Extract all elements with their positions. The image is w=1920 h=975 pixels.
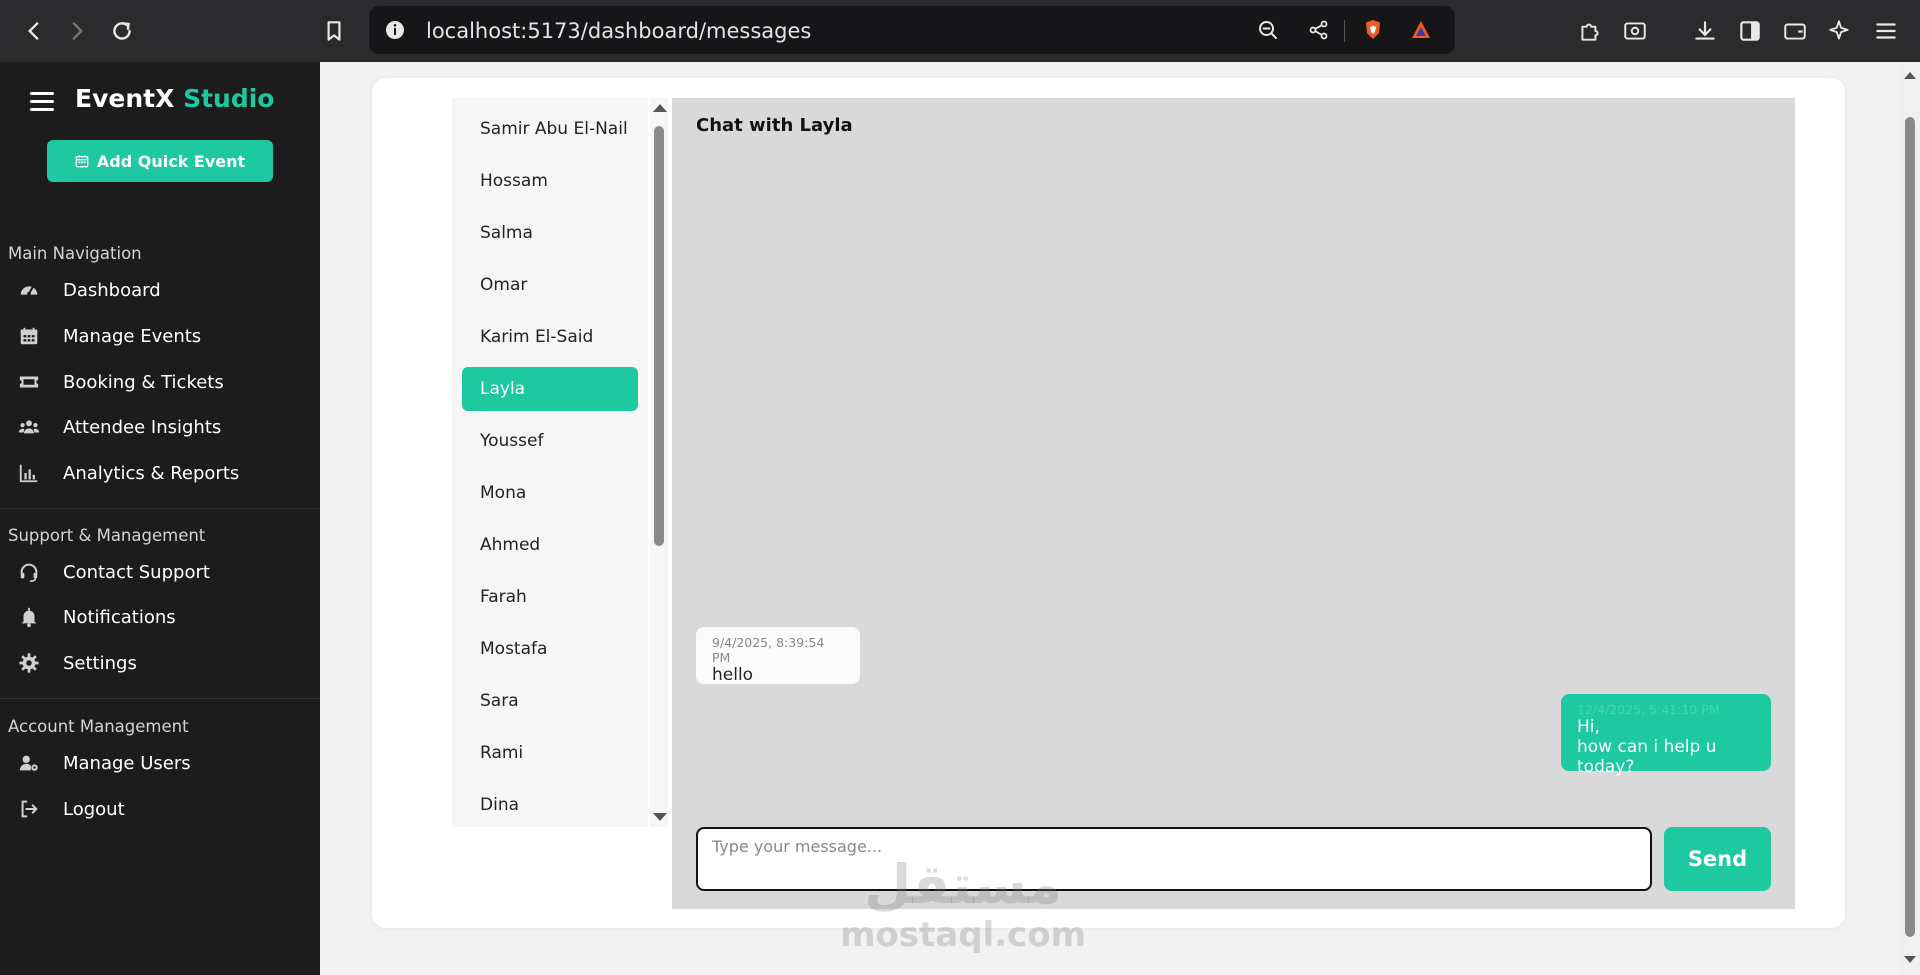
- share-icon[interactable]: [1305, 16, 1333, 44]
- screenshot-icon[interactable]: [1617, 13, 1653, 49]
- contact-item[interactable]: Ahmed: [462, 523, 638, 567]
- brave-shield-icon[interactable]: [1359, 16, 1387, 44]
- sidebar-item-label: Attendee Insights: [63, 416, 222, 438]
- info-icon[interactable]: [381, 16, 409, 44]
- contact-item[interactable]: Dina: [462, 783, 638, 827]
- contact-item[interactable]: Omar: [462, 263, 638, 307]
- sidebar-item-label: Booking & Tickets: [63, 371, 224, 393]
- brand-accent: Studio: [183, 84, 275, 113]
- sidebar-item-label: Manage Users: [63, 752, 191, 774]
- sidebar-item-settings[interactable]: Settings: [0, 643, 320, 683]
- reload-icon[interactable]: [104, 13, 140, 49]
- brave-rewards-icon[interactable]: [1407, 16, 1435, 44]
- bell-icon: [17, 605, 41, 629]
- headset-icon: [17, 560, 41, 584]
- message-time: 12/4/2025, 5:41:10 PM: [1577, 702, 1720, 717]
- sidebar-item-analytics-reports[interactable]: Analytics & Reports: [0, 453, 320, 493]
- add-quick-event-button[interactable]: Add Quick Event: [47, 140, 273, 182]
- scroll-down-icon[interactable]: [653, 813, 667, 821]
- sidebar-item-notifications[interactable]: Notifications: [0, 597, 320, 637]
- sidebar-item-label: Contact Support: [63, 561, 210, 583]
- send-button[interactable]: Send: [1664, 827, 1771, 891]
- scroll-up-icon[interactable]: [653, 104, 667, 112]
- user-gear-icon: [17, 751, 41, 775]
- toolbar-divider: [1344, 20, 1345, 42]
- contact-item[interactable]: Hossam: [462, 159, 638, 203]
- sidebar-item-label: Manage Events: [63, 325, 202, 347]
- page-scroll-thumb[interactable]: [1905, 117, 1915, 937]
- sidebar-item-logout[interactable]: Logout: [0, 789, 320, 829]
- section-title-account-management: Account Management: [8, 717, 189, 736]
- ticket-icon: [17, 370, 41, 394]
- logout-icon: [17, 797, 41, 821]
- chat-title: Chat with Layla: [696, 115, 853, 136]
- calendar-icon: [17, 324, 41, 348]
- message-text: Hi, how can i help u today?: [1577, 717, 1717, 777]
- contact-list[interactable]: Samir Abu El-Nail Hossam Salma Omar Karim El…: [452, 98, 648, 827]
- address-bar[interactable]: localhost:5173/dashboard/messages: [369, 6, 1455, 54]
- add-quick-event-label: Add Quick Event: [96, 151, 246, 171]
- download-icon[interactable]: [1687, 13, 1723, 49]
- page-scroll-up-icon[interactable]: [1904, 72, 1916, 79]
- section-title-support-management: Support & Management: [8, 526, 206, 545]
- users-icon: [17, 415, 41, 439]
- contact-item[interactable]: Salma: [462, 211, 638, 255]
- brand-name: EventX: [75, 84, 175, 113]
- sidebar-item-label: Settings: [63, 652, 137, 674]
- extensions-icon[interactable]: [1572, 13, 1608, 49]
- contact-item[interactable]: Samir Abu El-Nail: [462, 107, 638, 151]
- sidebar-item-contact-support[interactable]: Contact Support: [0, 552, 320, 592]
- watermark-domain: mostaql.com: [840, 915, 1087, 955]
- contact-list-scrollbar[interactable]: [650, 98, 668, 827]
- scroll-thumb[interactable]: [654, 126, 664, 546]
- sidebar-item-label: Logout: [63, 798, 125, 820]
- wallet-icon[interactable]: [1777, 13, 1813, 49]
- sidebar-item-booking-tickets[interactable]: Booking & Tickets: [0, 362, 320, 402]
- chat-panel: Chat with Layla 9/4/2025, 8:39:54 PM hel…: [672, 98, 1795, 909]
- brand-logo: EventX Studio: [75, 84, 274, 113]
- sidebar: EventX Studio Add Quick Event Main Navig…: [0, 62, 320, 975]
- gauge-icon: [17, 278, 41, 302]
- contact-item[interactable]: Sara: [462, 679, 638, 723]
- back-icon[interactable]: [16, 13, 52, 49]
- sidebar-item-manage-users[interactable]: Manage Users: [0, 743, 320, 783]
- hamburger-icon[interactable]: [30, 92, 54, 112]
- calendar-plus-icon: [75, 155, 89, 168]
- browser-toolbar: localhost:5173/dashboard/messages: [0, 0, 1920, 62]
- menu-icon[interactable]: [1868, 13, 1904, 49]
- leo-ai-icon[interactable]: [1822, 13, 1858, 49]
- sidebar-item-manage-events[interactable]: Manage Events: [0, 316, 320, 356]
- contact-item[interactable]: Mostafa: [462, 627, 638, 671]
- chart-icon: [17, 461, 41, 485]
- bookmark-icon[interactable]: [316, 13, 352, 49]
- section-title-main-navigation: Main Navigation: [8, 244, 142, 263]
- contact-item[interactable]: Mona: [462, 471, 638, 515]
- sidebar-divider: [0, 508, 320, 509]
- sidebar-item-attendee-insights[interactable]: Attendee Insights: [0, 407, 320, 447]
- watermark: مستقل mostaql.com: [840, 853, 1087, 956]
- gear-icon: [17, 651, 41, 675]
- message-time: 9/4/2025, 8:39:54 PM: [712, 635, 825, 665]
- sidebar-toggle-icon[interactable]: [1732, 13, 1768, 49]
- url-text: localhost:5173/dashboard/messages: [426, 19, 812, 43]
- message-bubble-outgoing: 12/4/2025, 5:41:10 PM Hi, how can i help…: [1561, 694, 1771, 777]
- page-scroll-down-icon[interactable]: [1904, 956, 1916, 963]
- page-scrollbar[interactable]: [1900, 62, 1920, 975]
- sidebar-item-label: Analytics & Reports: [63, 462, 240, 484]
- sidebar-item-dashboard[interactable]: Dashboard: [0, 270, 320, 310]
- contact-item[interactable]: Layla: [462, 367, 638, 411]
- contact-item[interactable]: Karim El-Said: [462, 315, 638, 359]
- contact-item[interactable]: Farah: [462, 575, 638, 619]
- zoom-out-icon[interactable]: [1254, 16, 1282, 44]
- message-bubble-incoming: 9/4/2025, 8:39:54 PM hello: [696, 627, 860, 685]
- sidebar-item-label: Notifications: [63, 606, 176, 628]
- contact-item[interactable]: Rami: [462, 731, 638, 775]
- watermark-arabic: مستقل: [864, 853, 1062, 916]
- forward-icon[interactable]: [59, 13, 95, 49]
- sidebar-item-label: Dashboard: [63, 279, 161, 301]
- contact-item[interactable]: Youssef: [462, 419, 638, 463]
- sidebar-divider: [0, 698, 320, 699]
- message-text: hello: [712, 665, 754, 685]
